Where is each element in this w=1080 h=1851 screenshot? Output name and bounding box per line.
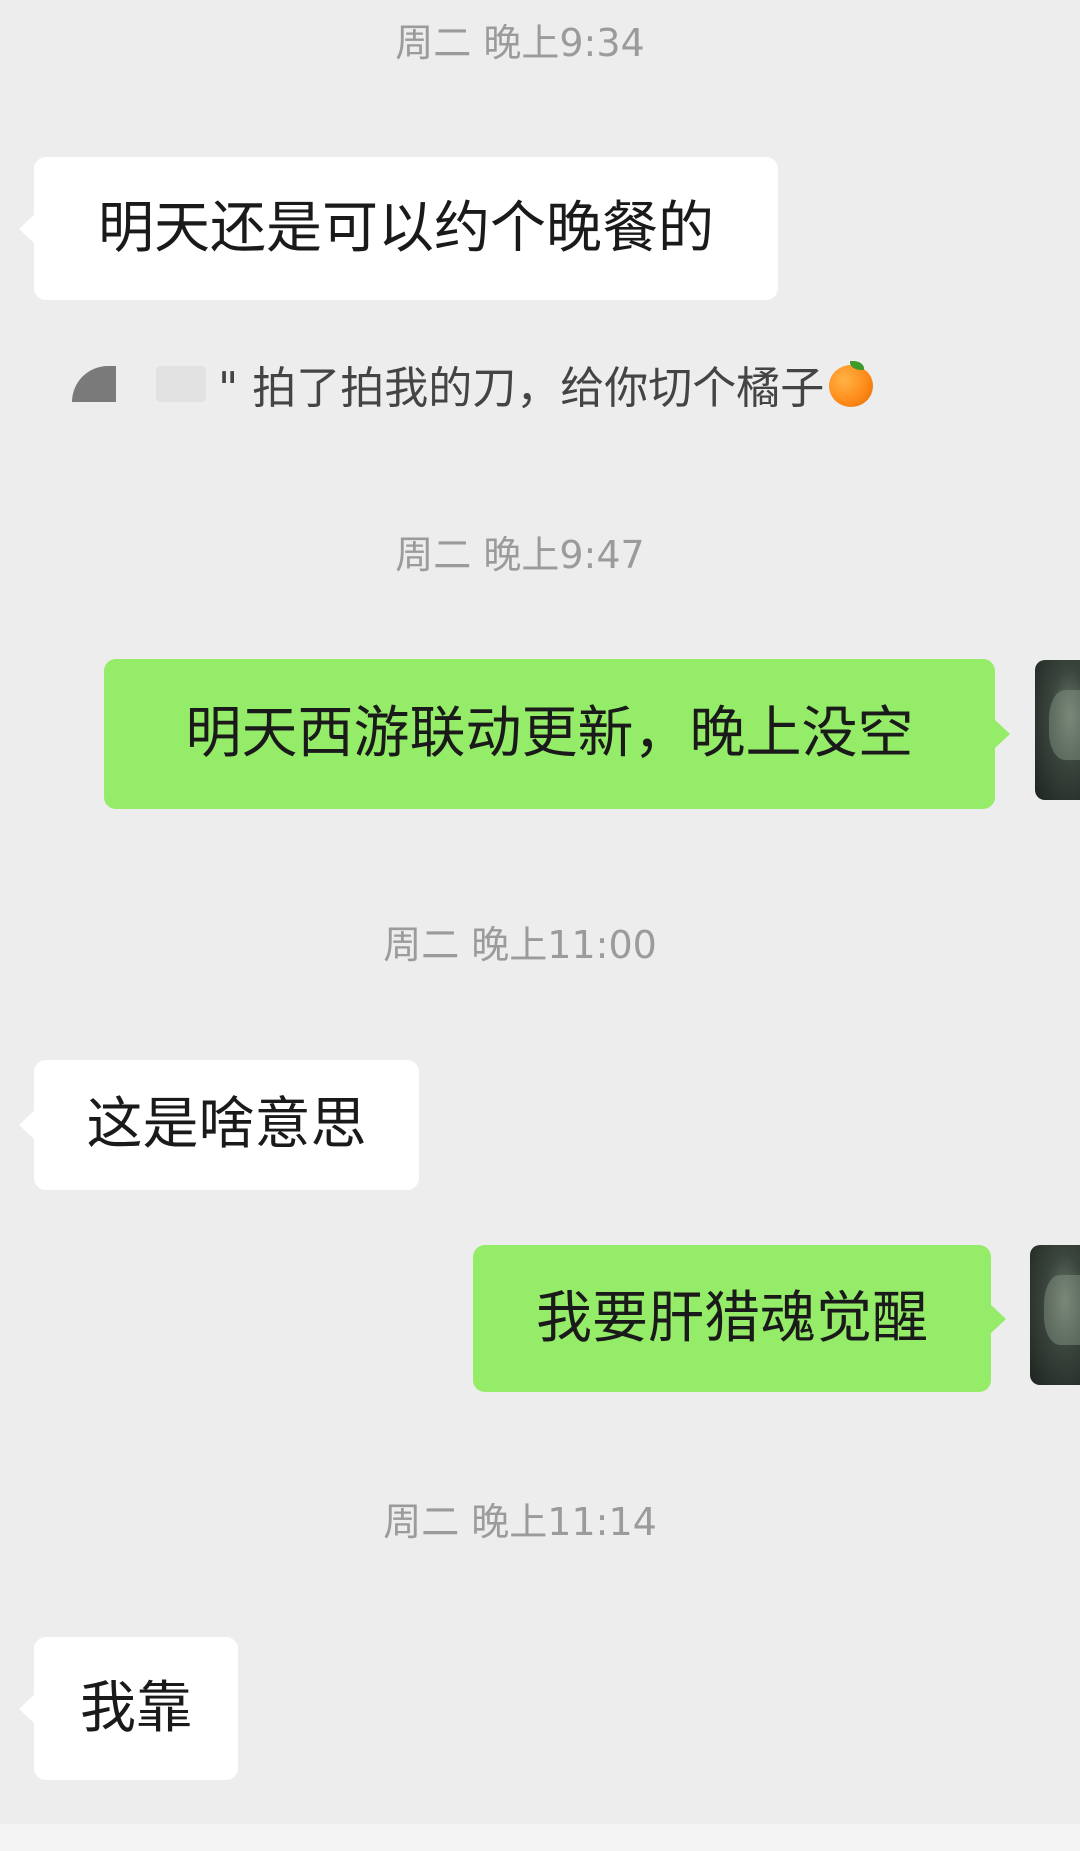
pat-notice: " 拍了拍我的刀，给你切个橘子: [72, 356, 874, 414]
message-text: 我要肝猎魂觉醒: [536, 1285, 928, 1351]
timestamp: 周二 晚上11:14: [383, 1500, 657, 1544]
incoming-message-bubble[interactable]: 我靠: [19, 1637, 238, 1780]
message-text: 我靠: [80, 1675, 192, 1741]
outgoing-message-bubble[interactable]: 明天西游联动更新，晚上没空: [104, 659, 1010, 809]
incoming-message-bubble[interactable]: 明天还是可以约个晚餐的: [19, 157, 778, 300]
pat-notice-text: " 拍了拍我的刀，给你切个橘子: [218, 363, 825, 414]
pat-user-name: [156, 366, 206, 402]
timestamp: 周二 晚上9:47: [395, 533, 645, 577]
timestamp: 周二 晚上9:34: [395, 21, 645, 65]
bottom-edge: [0, 1824, 1080, 1851]
orange-icon: [828, 361, 874, 407]
timestamp: 周二 晚上11:00: [383, 923, 657, 967]
message-text: 这是啥意思: [86, 1092, 367, 1157]
outgoing-message-bubble[interactable]: 我要肝猎魂觉醒: [473, 1245, 1006, 1392]
incoming-message-bubble[interactable]: 这是啥意思: [19, 1060, 419, 1190]
my-avatar[interactable]: [1035, 660, 1080, 800]
message-text: 明天西游联动更新，晚上没空: [185, 701, 914, 766]
pat-avatar: [72, 366, 116, 402]
my-avatar[interactable]: [1030, 1245, 1080, 1385]
message-text: 明天还是可以约个晚餐的: [98, 195, 714, 261]
